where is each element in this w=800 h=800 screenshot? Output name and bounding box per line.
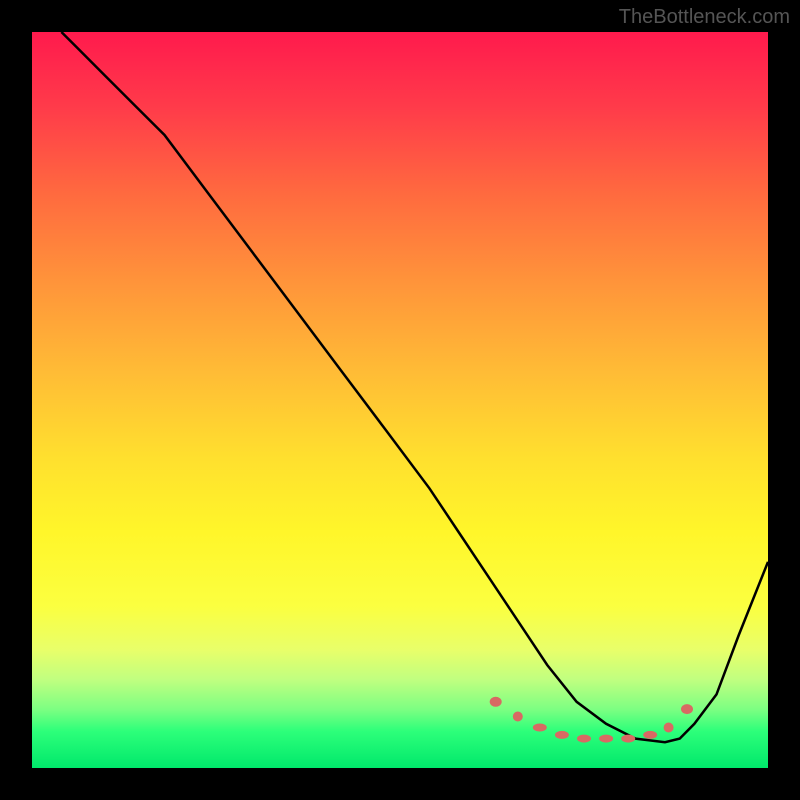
series-marker <box>533 724 547 732</box>
chart-svg <box>32 32 768 768</box>
plot-area <box>32 32 768 768</box>
series-marker <box>555 731 569 739</box>
series-marker <box>490 697 502 707</box>
markers-group <box>490 697 693 743</box>
curve-line <box>61 32 768 742</box>
series-marker <box>621 735 635 743</box>
series-marker <box>577 735 591 743</box>
series-marker <box>599 735 613 743</box>
series-marker <box>664 723 674 733</box>
watermark-text: TheBottleneck.com <box>619 6 790 29</box>
series-marker <box>513 712 523 722</box>
series-marker <box>643 731 657 739</box>
series-marker <box>681 704 693 714</box>
